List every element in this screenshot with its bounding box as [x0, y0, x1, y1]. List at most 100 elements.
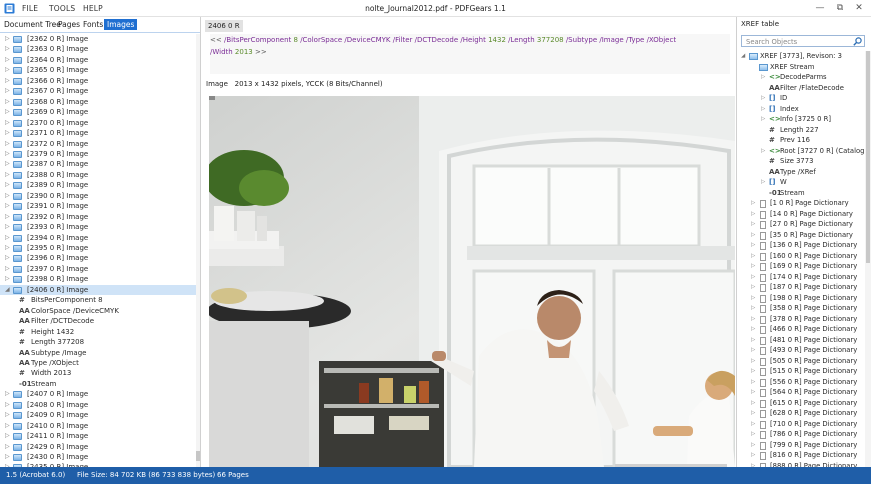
- left-scrollbar[interactable]: [196, 34, 200, 467]
- property-row[interactable]: # Width 2013: [0, 368, 196, 378]
- xref-tree-item[interactable]: ▷ [628 0 R] Page Dictionary: [737, 408, 865, 419]
- property-row[interactable]: AA Subtype /Image: [0, 348, 196, 358]
- image-tree-item[interactable]: ▷ [2429 0 R] Image: [0, 442, 196, 452]
- image-tree-item[interactable]: ▷ [2391 0 R] Image: [0, 201, 196, 211]
- property-row[interactable]: AA Type /XObject: [0, 358, 196, 368]
- image-tree-item[interactable]: ▷ [2371 0 R] Image: [0, 128, 196, 138]
- xref-tree-item[interactable]: ▷ <> Info [3725 0 R]: [737, 114, 865, 125]
- expand-arrow-icon[interactable]: ▷: [5, 452, 10, 462]
- expand-arrow-icon[interactable]: ▷: [5, 180, 10, 190]
- image-tree-item[interactable]: ▷ [2372 0 R] Image: [0, 139, 196, 149]
- xref-tree-item[interactable]: # Length 227: [737, 125, 865, 136]
- expand-arrow-icon[interactable]: ▷: [5, 264, 10, 274]
- expand-arrow-icon[interactable]: ▷: [751, 314, 755, 325]
- expand-arrow-icon[interactable]: ▷: [5, 400, 10, 410]
- search-icon[interactable]: [853, 37, 862, 46]
- collapse-arrow-icon[interactable]: ◢: [5, 285, 10, 295]
- expand-arrow-icon[interactable]: ▷: [761, 104, 765, 115]
- expand-arrow-icon[interactable]: ▷: [751, 335, 755, 346]
- tab-fonts[interactable]: Fonts: [83, 20, 103, 29]
- image-tree-item[interactable]: ▷ [2370 0 R] Image: [0, 118, 196, 128]
- image-tree-item[interactable]: ▷ [2408 0 R] Image: [0, 400, 196, 410]
- expand-arrow-icon[interactable]: ▷: [5, 159, 10, 169]
- expand-arrow-icon[interactable]: ▷: [751, 261, 755, 272]
- expand-arrow-icon[interactable]: ▷: [761, 177, 765, 188]
- expand-arrow-icon[interactable]: ▷: [751, 398, 755, 409]
- image-tree-item[interactable]: ▷ [2397 0 R] Image: [0, 264, 196, 274]
- image-tree-item[interactable]: ▷ [2394 0 R] Image: [0, 233, 196, 243]
- xref-tree-item[interactable]: ▷ [] W: [737, 177, 865, 188]
- property-row[interactable]: # BitsPerComponent 8: [0, 295, 196, 305]
- xref-tree-item[interactable]: # Size 3773: [737, 156, 865, 167]
- expand-arrow-icon[interactable]: ▷: [5, 149, 10, 159]
- expand-arrow-icon[interactable]: ▷: [5, 222, 10, 232]
- xref-tree-item[interactable]: ▷ [615 0 R] Page Dictionary: [737, 398, 865, 409]
- left-scrollbar-thumb[interactable]: [196, 451, 200, 461]
- expand-arrow-icon[interactable]: ▷: [751, 282, 755, 293]
- expand-arrow-icon[interactable]: ▷: [5, 97, 10, 107]
- xref-tree-item[interactable]: ▷ [1 0 R] Page Dictionary: [737, 198, 865, 209]
- xref-tree-item[interactable]: ▷ [160 0 R] Page Dictionary: [737, 251, 865, 262]
- right-scrollbar-thumb[interactable]: [866, 51, 870, 263]
- image-tree-item[interactable]: ▷ [2364 0 R] Image: [0, 55, 196, 65]
- image-tree-item[interactable]: ▷ [2387 0 R] Image: [0, 159, 196, 169]
- expand-arrow-icon[interactable]: ▷: [751, 219, 755, 230]
- image-tree-item[interactable]: ▷ [2407 0 R] Image: [0, 389, 196, 399]
- expand-arrow-icon[interactable]: ▷: [5, 139, 10, 149]
- xref-tree-item[interactable]: ▷ [14 0 R] Page Dictionary: [737, 209, 865, 220]
- expand-arrow-icon[interactable]: ▷: [751, 303, 755, 314]
- image-tree-item[interactable]: ▷ [2395 0 R] Image: [0, 243, 196, 253]
- collapse-arrow-icon[interactable]: ◢: [741, 51, 745, 62]
- expand-arrow-icon[interactable]: ▷: [5, 274, 10, 284]
- xref-tree-item[interactable]: ▷ [799 0 R] Page Dictionary: [737, 440, 865, 451]
- xref-tree-item[interactable]: ▷ [136 0 R] Page Dictionary: [737, 240, 865, 251]
- expand-arrow-icon[interactable]: ▷: [751, 345, 755, 356]
- xref-tree-item[interactable]: ▷ [481 0 R] Page Dictionary: [737, 335, 865, 346]
- xref-tree-item[interactable]: ▷ [515 0 R] Page Dictionary: [737, 366, 865, 377]
- xref-tree-item[interactable]: ◢ XREF [3773], Revison: 3: [737, 51, 865, 62]
- xref-tree-item[interactable]: -01 Stream: [737, 188, 865, 199]
- xref-tree-item[interactable]: ▷ [358 0 R] Page Dictionary: [737, 303, 865, 314]
- expand-arrow-icon[interactable]: ▷: [5, 34, 10, 44]
- expand-arrow-icon[interactable]: ▷: [751, 408, 755, 419]
- image-tree-item[interactable]: ▷ [2410 0 R] Image: [0, 421, 196, 431]
- expand-arrow-icon[interactable]: ▷: [5, 410, 10, 420]
- xref-tree-item[interactable]: AA Filter /FlateDecode: [737, 83, 865, 94]
- expand-arrow-icon[interactable]: ▷: [5, 389, 10, 399]
- expand-arrow-icon[interactable]: ▷: [5, 243, 10, 253]
- expand-arrow-icon[interactable]: ▷: [5, 86, 10, 96]
- xref-tree-item[interactable]: ▷ [505 0 R] Page Dictionary: [737, 356, 865, 367]
- expand-arrow-icon[interactable]: ▷: [5, 442, 10, 452]
- property-row[interactable]: # Height 1432: [0, 327, 196, 337]
- expand-arrow-icon[interactable]: ▷: [5, 107, 10, 117]
- tab-object[interactable]: 2406 0 R: [205, 20, 243, 32]
- expand-arrow-icon[interactable]: ▷: [751, 251, 755, 262]
- image-tree-item[interactable]: ▷ [2396 0 R] Image: [0, 253, 196, 263]
- image-tree-item[interactable]: ▷ [2369 0 R] Image: [0, 107, 196, 117]
- expand-arrow-icon[interactable]: ▷: [751, 366, 755, 377]
- property-row[interactable]: # Length 377208: [0, 337, 196, 347]
- expand-arrow-icon[interactable]: ▷: [5, 253, 10, 263]
- expand-arrow-icon[interactable]: ▷: [5, 170, 10, 180]
- expand-arrow-icon[interactable]: ▷: [5, 55, 10, 65]
- xref-tree-item[interactable]: ▷ [378 0 R] Page Dictionary: [737, 314, 865, 325]
- tab-document-tree[interactable]: Document Tree: [4, 20, 61, 29]
- xref-tree-item[interactable]: ▷ [174 0 R] Page Dictionary: [737, 272, 865, 283]
- xref-tree-item[interactable]: ▷ [198 0 R] Page Dictionary: [737, 293, 865, 304]
- expand-arrow-icon[interactable]: ▷: [751, 230, 755, 241]
- expand-arrow-icon[interactable]: ▷: [751, 293, 755, 304]
- expand-arrow-icon[interactable]: ▷: [761, 146, 765, 157]
- expand-arrow-icon[interactable]: ▷: [751, 240, 755, 251]
- expand-arrow-icon[interactable]: ▷: [751, 356, 755, 367]
- expand-arrow-icon[interactable]: ▷: [751, 419, 755, 430]
- xref-tree-item[interactable]: ▷ [816 0 R] Page Dictionary: [737, 450, 865, 461]
- expand-arrow-icon[interactable]: ▷: [5, 212, 10, 222]
- xref-tree-item[interactable]: ▷ <> Root [3727 0 R] (Catalog): [737, 146, 865, 157]
- property-row[interactable]: AA ColorSpace /DeviceCMYK: [0, 306, 196, 316]
- expand-arrow-icon[interactable]: ▷: [751, 377, 755, 388]
- property-row[interactable]: AA Filter /DCTDecode: [0, 316, 196, 326]
- expand-arrow-icon[interactable]: ▷: [5, 128, 10, 138]
- expand-arrow-icon[interactable]: ▷: [751, 450, 755, 461]
- xref-tree-item[interactable]: XREF Stream: [737, 62, 865, 73]
- image-tree-item[interactable]: ▷ [2392 0 R] Image: [0, 212, 196, 222]
